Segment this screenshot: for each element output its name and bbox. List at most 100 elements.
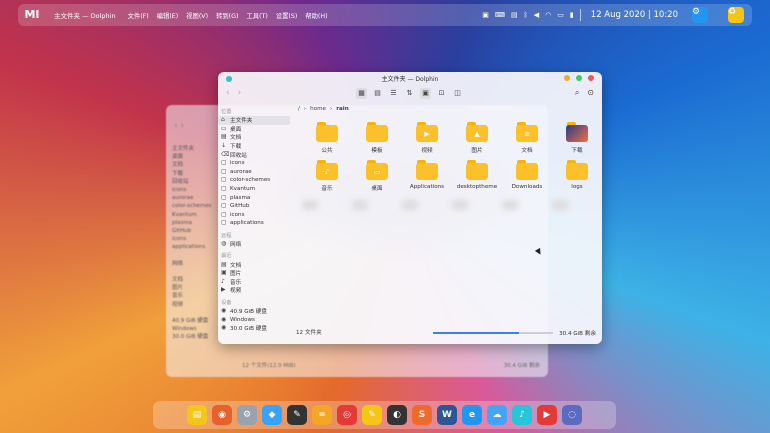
sidebar-item[interactable]: ▢ plasma xyxy=(218,193,294,202)
file-item[interactable]: ▭ 桌面 xyxy=(352,160,402,192)
files-icon[interactable]: ▤ xyxy=(187,405,207,425)
file-item[interactable]: 公共 xyxy=(302,122,352,154)
file-item[interactable]: ≡ 文档 xyxy=(502,122,552,154)
sidebar-item[interactable]: ▭ 桌面 xyxy=(218,125,294,134)
sidebar-item[interactable]: ▢ applications xyxy=(218,219,294,228)
menu-tools[interactable]: 工具(T) xyxy=(246,11,267,20)
calendar-icon[interactable]: ▣ xyxy=(482,11,489,19)
menu-view[interactable]: 视图(V) xyxy=(186,11,208,20)
bookmark-icon[interactable]: ⊡ xyxy=(436,88,447,99)
dolphin-window[interactable]: 主文件夹 — Dolphin ‹ › ▦ ▤ ☰ ⇅ ▣ ⊡ ◫ ⌕ ⊙ 位置 … xyxy=(218,72,602,344)
sidebar-item[interactable]: ◉ Windows xyxy=(218,315,294,324)
display-icon[interactable]: ▭ xyxy=(557,11,564,19)
back-sidebar-item[interactable]: 回收站 xyxy=(172,178,212,186)
back-sidebar-item[interactable]: 网络 xyxy=(172,260,212,268)
window-menu-icon[interactable] xyxy=(226,76,232,82)
shop-icon[interactable]: S xyxy=(412,405,432,425)
split-view-icon[interactable]: ◫ xyxy=(452,88,463,99)
battery-icon[interactable]: ▮ xyxy=(570,11,574,19)
breadcrumb-home[interactable]: home xyxy=(310,106,326,112)
sidebar-item[interactable]: ◉ 30.0 GiB 硬盘 xyxy=(218,324,294,333)
back-sidebar-item[interactable]: color-schemes xyxy=(172,202,212,210)
file-item[interactable]: desktoptheme xyxy=(452,160,502,192)
file-item[interactable]: logs xyxy=(552,160,602,192)
hamburger-menu-icon[interactable]: ⊙ xyxy=(587,88,594,98)
back-sidebar-item[interactable]: 文档 xyxy=(172,276,212,284)
inkscape-icon[interactable]: ✎ xyxy=(287,405,307,425)
cloud-icon[interactable]: ☁ xyxy=(487,405,507,425)
browser-icon[interactable]: e xyxy=(462,405,482,425)
firefox-icon[interactable]: ◉ xyxy=(212,405,232,425)
sidebar-item[interactable]: ⌂ 主文件夹 xyxy=(218,116,290,125)
sidebar-item[interactable]: ◍ 网络 xyxy=(218,240,294,249)
clean-icon[interactable]: ◌ xyxy=(562,405,582,425)
qq-icon[interactable]: ◆ xyxy=(262,405,282,425)
title-bar[interactable]: 主文件夹 — Dolphin xyxy=(218,72,602,84)
back-sidebar-item[interactable]: GitHub xyxy=(172,227,212,235)
bluetooth-icon[interactable]: ᛒ xyxy=(524,11,528,19)
back-sidebar-item[interactable]: Windows xyxy=(172,325,212,333)
settings-icon[interactable]: ⚙ xyxy=(237,405,257,425)
sidebar-item[interactable]: ◉ 40.9 GiB 硬盘 xyxy=(218,307,294,316)
music-icon[interactable]: ♪ xyxy=(512,405,532,425)
mi-logo[interactable]: MI xyxy=(24,8,40,22)
sidebar-item[interactable]: ⌫ 回收站 xyxy=(218,150,294,159)
calculator-icon[interactable]: = xyxy=(312,405,332,425)
menu-help[interactable]: 帮助(H) xyxy=(305,11,327,20)
forward-icon[interactable]: › xyxy=(238,88,242,98)
icons-view-icon[interactable]: ▦ xyxy=(356,87,367,99)
volume-icon[interactable]: ◀ xyxy=(534,11,539,19)
sidebar-item[interactable]: ↓ 下载 xyxy=(218,142,294,151)
back-sidebar-item[interactable]: plasma xyxy=(172,219,212,227)
close-button[interactable] xyxy=(588,75,594,81)
back-sidebar-item[interactable]: 视频 xyxy=(172,301,212,309)
back-sidebar-item[interactable]: 桌面 xyxy=(172,153,212,161)
details-view-icon[interactable]: ☰ xyxy=(388,88,399,99)
preview-icon[interactable]: ▣ xyxy=(420,87,431,99)
sidebar-item[interactable]: ▢ icons xyxy=(218,159,294,168)
sidebar-item[interactable]: ▤ 文档 xyxy=(218,133,294,142)
back-sidebar-item[interactable]: icons xyxy=(172,235,212,243)
minimize-button[interactable] xyxy=(564,75,570,81)
trash-icon[interactable]: ♻ xyxy=(728,7,744,23)
sidebar-item[interactable]: ▣ 图片 xyxy=(218,269,294,278)
notes-icon[interactable]: ✎ xyxy=(362,405,382,425)
sidebar-item[interactable]: ▢ icons xyxy=(218,211,294,220)
back-sidebar-item[interactable]: 音乐 xyxy=(172,292,212,300)
clipboard-icon[interactable]: ▤ xyxy=(511,11,518,19)
search-icon[interactable]: ⌕ xyxy=(575,88,579,98)
file-item[interactable]: 下载 xyxy=(552,122,602,154)
back-sidebar-item[interactable] xyxy=(172,309,212,317)
file-item[interactable]: 模板 xyxy=(352,122,402,154)
sidebar-item[interactable]: ▢ aurorae xyxy=(218,168,294,177)
menu-file[interactable]: 文件(F) xyxy=(128,11,149,20)
sidebar-item[interactable]: ▢ Kvantum xyxy=(218,185,294,194)
back-sidebar-item[interactable]: applications xyxy=(172,243,212,251)
video-icon[interactable]: ▶ xyxy=(537,405,557,425)
back-sidebar-item[interactable]: 主文件夹 xyxy=(172,145,212,153)
sidebar-item[interactable]: ▶ 视频 xyxy=(218,286,294,295)
wifi-icon[interactable]: ◠ xyxy=(545,11,551,19)
sidebar-item[interactable]: ▤ 文档 xyxy=(218,260,294,269)
back-sidebar-item[interactable]: Kvantum xyxy=(172,211,212,219)
netease-music-icon[interactable]: ◎ xyxy=(337,405,357,425)
maximize-button[interactable] xyxy=(576,75,582,81)
back-sidebar-item[interactable] xyxy=(172,268,212,276)
back-sidebar-item[interactable]: 下载 xyxy=(172,170,212,178)
file-item[interactable]: Downloads xyxy=(502,160,552,192)
menu-go[interactable]: 转到(G) xyxy=(216,11,238,20)
menu-settings[interactable]: 设置(S) xyxy=(276,11,298,20)
keyboard-icon[interactable]: ⌨ xyxy=(495,11,505,19)
sidebar-item[interactable]: ♪ 音乐 xyxy=(218,278,294,287)
back-sidebar-item[interactable]: 图片 xyxy=(172,284,212,292)
file-item[interactable]: ▶ 视频 xyxy=(402,122,452,154)
file-item[interactable]: Applications xyxy=(402,160,452,192)
github-icon[interactable]: ◐ xyxy=(387,405,407,425)
gear-icon[interactable]: ⚙ xyxy=(692,7,708,23)
sidebar-item[interactable]: ▢ color-schemes xyxy=(218,176,294,185)
back-sidebar-item[interactable]: 文档 xyxy=(172,161,212,169)
breadcrumb-current[interactable]: rain xyxy=(336,106,348,112)
back-sidebar-item[interactable]: icons xyxy=(172,186,212,194)
compact-view-icon[interactable]: ▤ xyxy=(372,88,383,99)
file-item[interactable]: ▲ 图片 xyxy=(452,122,502,154)
